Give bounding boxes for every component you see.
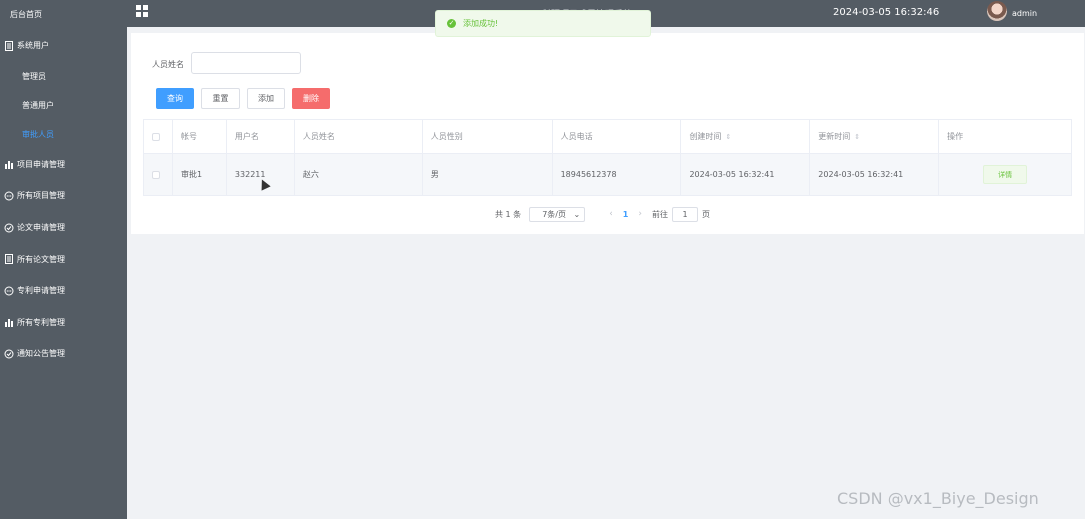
avatar[interactable] [987,1,1007,21]
pagination-total: 共 1 条 [495,209,522,219]
column-header: 人员姓名 [294,120,423,154]
goto-label: 前往 [651,209,668,219]
header-checkbox-cell[interactable] [144,120,173,154]
data-table: 帐号 用户名 人员姓名 人员性别 人员电话 创建时间 ⇕ 更新时间 ⇕ 操作 审批1… [143,119,1073,196]
table-cell: 审批1 [172,154,227,196]
header-username[interactable]: admin [1012,9,1037,18]
chat-icon [4,286,14,296]
current-page[interactable]: 1 [623,210,629,219]
add-button[interactable]: 添加 [247,88,285,109]
sidebar-home[interactable]: 后台首页 [0,0,127,30]
delete-button[interactable]: 删除 [292,88,330,109]
sidebar-item-label: 所有论文管理 [17,254,65,264]
check-circle-icon [4,349,14,359]
sidebar-item-label: 专利申请管理 [17,286,65,296]
next-page-icon[interactable]: › [638,209,642,219]
sidebar-item-label: 论文申请管理 [17,223,65,233]
query-button[interactable]: 查询 [156,88,194,109]
sidebar: 后台首页 系统用户 管理员 普通用户 审批人员 项目申请管理 所有项目管理 论文… [0,0,127,519]
document-icon [5,40,13,51]
sidebar-item-label: 所有专利管理 [17,317,65,327]
page-unit: 页 [701,209,710,219]
page-size-select[interactable]: 7条/页 ⌄ [529,206,586,222]
detail-button[interactable]: 详情 [983,165,1028,184]
sidebar-item-all-patents[interactable]: 所有专利管理 [0,307,127,339]
main-panel: 人员姓名 查询 重置 添加 删除 帐号 用户名 人员姓名 人员性别 人员电话 创… [131,33,1084,234]
sidebar-sub-approver[interactable]: 审批人员 [0,120,127,149]
document-icon [5,254,13,265]
page-size-value: 7条/页 [542,209,566,219]
sidebar-item-paper-apply[interactable]: 论文申请管理 [0,212,127,244]
sidebar-sub-normal-user[interactable]: 普通用户 [0,91,127,120]
menu-grid-icon[interactable] [136,5,148,17]
sidebar-item-label: 项目申请管理 [17,159,65,169]
toast-message: 添加成功! [463,19,499,28]
check-circle-icon [4,223,14,233]
reset-button[interactable]: 重置 [201,88,240,109]
table-row: 审批1 332211 赵六 男 18945612378 2024-03-05 1… [144,154,1073,196]
watermark: CSDN @vx1_Biye_Design [837,489,1039,508]
sidebar-item-system-users[interactable]: 系统用户 [0,30,127,62]
table-cell: 2024-03-05 16:32:41 [681,154,811,196]
chat-icon [4,191,14,201]
bar-chart-icon [5,161,13,170]
column-header: 人员性别 [422,120,553,154]
sidebar-item-label: 所有项目管理 [17,191,65,201]
sidebar-item-notice[interactable]: 通知公告管理 [0,338,127,370]
sidebar-item-all-papers[interactable]: 所有论文管理 [0,243,127,275]
prev-page-icon[interactable]: ‹ [609,209,613,219]
sidebar-item-label: 通知公告管理 [17,349,65,359]
sidebar-item-label: 系统用户 [17,41,49,51]
updated-time-header[interactable]: 更新时间 ⇕ [810,120,940,154]
action-cell: 详情 [939,154,1073,196]
sidebar-item-patent-apply[interactable]: 专利申请管理 [0,275,127,307]
column-header-label: 更新时间 [818,132,851,141]
chevron-down-icon: ⌄ [573,209,581,219]
row-checkbox[interactable] [152,170,160,179]
table-cell: 赵六 [294,154,423,196]
column-header: 人员电话 [552,120,682,154]
sort-icon[interactable]: ⇕ [854,133,860,141]
bar-chart-icon [5,319,13,328]
table-cell: 男 [422,154,553,196]
table-cell: 2024-03-05 16:32:41 [810,154,940,196]
column-header: 帐号 [172,120,227,154]
sidebar-item-all-projects[interactable]: 所有项目管理 [0,180,127,212]
sidebar-item-project-apply[interactable]: 项目申请管理 [0,149,127,181]
column-header: 操作 [939,120,1073,154]
row-checkbox-cell[interactable] [144,154,173,196]
column-header-label: 创建时间 [689,132,722,141]
search-label: 人员姓名 [152,60,184,69]
pagination: 共 1 条 7条/页 ⌄ ‹ 1 › 前往 1 页 [495,206,710,222]
name-search-input[interactable] [191,52,301,74]
goto-page-input[interactable]: 1 [671,206,698,222]
select-all-checkbox[interactable] [152,132,160,141]
success-toast: ✓ 添加成功! [435,10,651,37]
success-check-icon: ✓ [447,19,456,28]
sort-icon[interactable]: ⇕ [725,133,731,141]
table-header-row: 帐号 用户名 人员姓名 人员性别 人员电话 创建时间 ⇕ 更新时间 ⇕ 操作 [144,120,1073,154]
header-clock: 2024-03-05 16:32:46 [833,7,940,18]
table-cell: 18945612378 [552,154,682,196]
sidebar-sub-admin[interactable]: 管理员 [0,62,127,91]
column-header: 用户名 [226,120,295,154]
created-time-header[interactable]: 创建时间 ⇕ [681,120,811,154]
